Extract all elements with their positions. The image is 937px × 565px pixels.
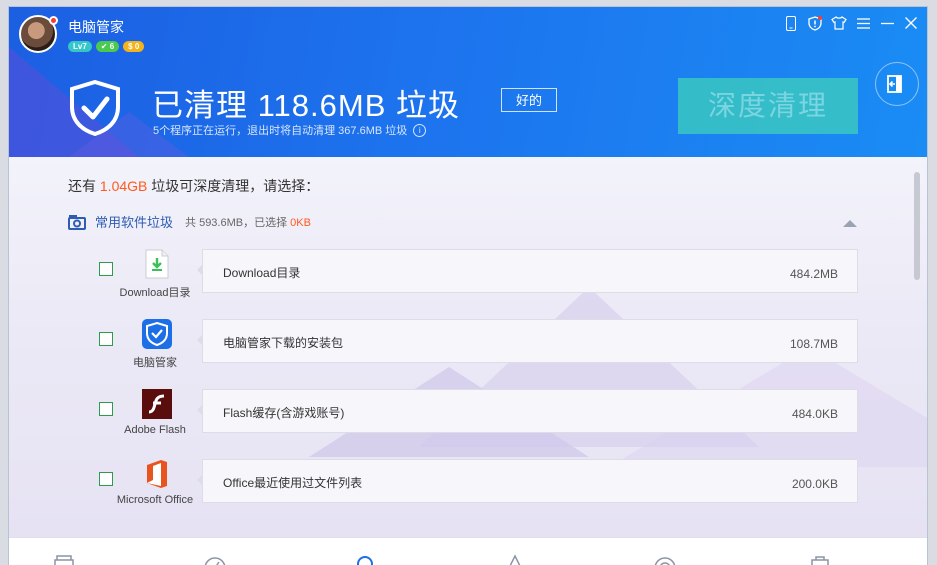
shield-alert-icon[interactable] <box>807 15 823 31</box>
app-title: 电脑管家 <box>68 19 124 35</box>
item-app-label: Download目录 <box>119 287 191 299</box>
selected-size: 0KB <box>290 216 311 229</box>
item-checkbox[interactable] <box>99 402 113 416</box>
list-item: Adobe Flash Flash缓存(含游戏账号) 484.0KB <box>9 389 927 459</box>
header-banner: 电脑管家 Lv7 ✔ 6 $ 0 已清理 118.6MB 垃圾 好的 5个程序正… <box>9 7 927 157</box>
category-name: 常用软件垃圾 <box>95 215 174 230</box>
adobe-flash-icon <box>142 389 172 419</box>
download-folder-icon <box>142 249 172 279</box>
category-header[interactable]: 常用软件垃圾 共 593.6MB，已选择 0KB <box>68 212 311 231</box>
item-name: Flash缓存(含游戏账号) <box>223 406 345 420</box>
software-category-icon <box>68 214 86 230</box>
item-card[interactable]: Download目录 484.2MB <box>197 249 858 293</box>
collapse-arrow-icon[interactable] <box>843 220 857 227</box>
phone-icon[interactable] <box>783 15 799 31</box>
item-app-label: Microsoft Office <box>116 494 194 506</box>
deep-clean-intro: 还有 1.04GB 垃圾可深度清理，请选择： <box>68 176 319 196</box>
security-badge[interactable]: ✔ 6 <box>95 41 120 52</box>
triangle-icon[interactable] <box>504 554 526 565</box>
exit-deep-clean-button[interactable] <box>875 62 919 106</box>
menu-icon[interactable] <box>855 15 871 31</box>
notification-dot <box>49 16 58 25</box>
intro-prefix: 还有 <box>68 178 100 194</box>
bottom-toolbar <box>9 537 927 565</box>
item-size: 484.2MB <box>789 267 838 281</box>
deep-clean-amount: 1.04GB <box>99 178 148 194</box>
list-item: Download目录 Download目录 484.2MB <box>9 249 927 319</box>
speedometer-icon[interactable] <box>204 554 226 565</box>
category-summary: 共 593.6MB，已选择 0KB <box>185 216 311 229</box>
item-card[interactable]: Office最近使用过文件列表 200.0KB <box>197 459 858 503</box>
printer-icon[interactable] <box>53 554 75 565</box>
item-size: 108.7MB <box>789 337 838 351</box>
level-badge[interactable]: Lv7 <box>68 41 92 52</box>
intro-suffix: 垃圾可深度清理，请选择： <box>147 178 320 194</box>
list-item: 电脑管家 电脑管家下载的安装包 108.7MB <box>9 319 927 389</box>
skin-shirt-icon[interactable] <box>831 15 847 31</box>
item-size: 484.0KB <box>791 407 838 421</box>
cleanup-subtitle: 5个程序正在运行，退出时将自动清理 367.6MB 垃圾 i <box>153 122 427 138</box>
search-icon[interactable] <box>354 554 376 565</box>
item-card[interactable]: 电脑管家下载的安装包 108.7MB <box>197 319 858 363</box>
tencent-pc-manager-icon <box>142 319 172 349</box>
target-icon[interactable] <box>654 554 676 565</box>
item-checkbox[interactable] <box>99 262 113 276</box>
item-name: Office最近使用过文件列表 <box>223 476 363 490</box>
item-checkbox[interactable] <box>99 472 113 486</box>
item-name: Download目录 <box>223 266 301 280</box>
deep-clean-panel: 还有 1.04GB 垃圾可深度清理，请选择： 常用软件垃圾 共 593.6MB，… <box>9 157 927 537</box>
coin-badge[interactable]: $ 0 <box>123 41 145 52</box>
app-window: 电脑管家 Lv7 ✔ 6 $ 0 已清理 118.6MB 垃圾 好的 5个程序正… <box>8 6 928 565</box>
item-app-label: 电脑管家 <box>133 357 177 369</box>
shield-check-icon <box>70 80 120 136</box>
close-icon[interactable] <box>903 15 919 31</box>
item-app-label: Adobe Flash <box>124 424 186 436</box>
cleaned-headline: 已清理 118.6MB 垃圾 <box>152 88 460 123</box>
deep-clean-button[interactable]: 深度清理 <box>678 78 858 134</box>
user-badges: Lv7 ✔ 6 $ 0 <box>68 41 145 52</box>
scrollbar-thumb[interactable] <box>914 172 920 280</box>
exit-icon <box>887 75 902 93</box>
item-checkbox[interactable] <box>99 332 113 346</box>
item-card[interactable]: Flash缓存(含游戏账号) 484.0KB <box>197 389 858 433</box>
minimize-icon[interactable] <box>879 15 895 31</box>
info-icon[interactable]: i <box>413 123 427 137</box>
item-size: 200.0KB <box>791 477 838 491</box>
microsoft-office-icon <box>142 459 172 489</box>
title-bar-controls <box>783 15 919 31</box>
toolbox-icon[interactable] <box>809 554 831 565</box>
subtitle-text: 5个程序正在运行，退出时将自动清理 367.6MB 垃圾 <box>153 125 408 137</box>
item-name: 电脑管家下载的安装包 <box>223 336 344 350</box>
list-item: Microsoft Office Office最近使用过文件列表 200.0KB <box>9 459 927 529</box>
ok-button[interactable]: 好的 <box>501 88 557 112</box>
